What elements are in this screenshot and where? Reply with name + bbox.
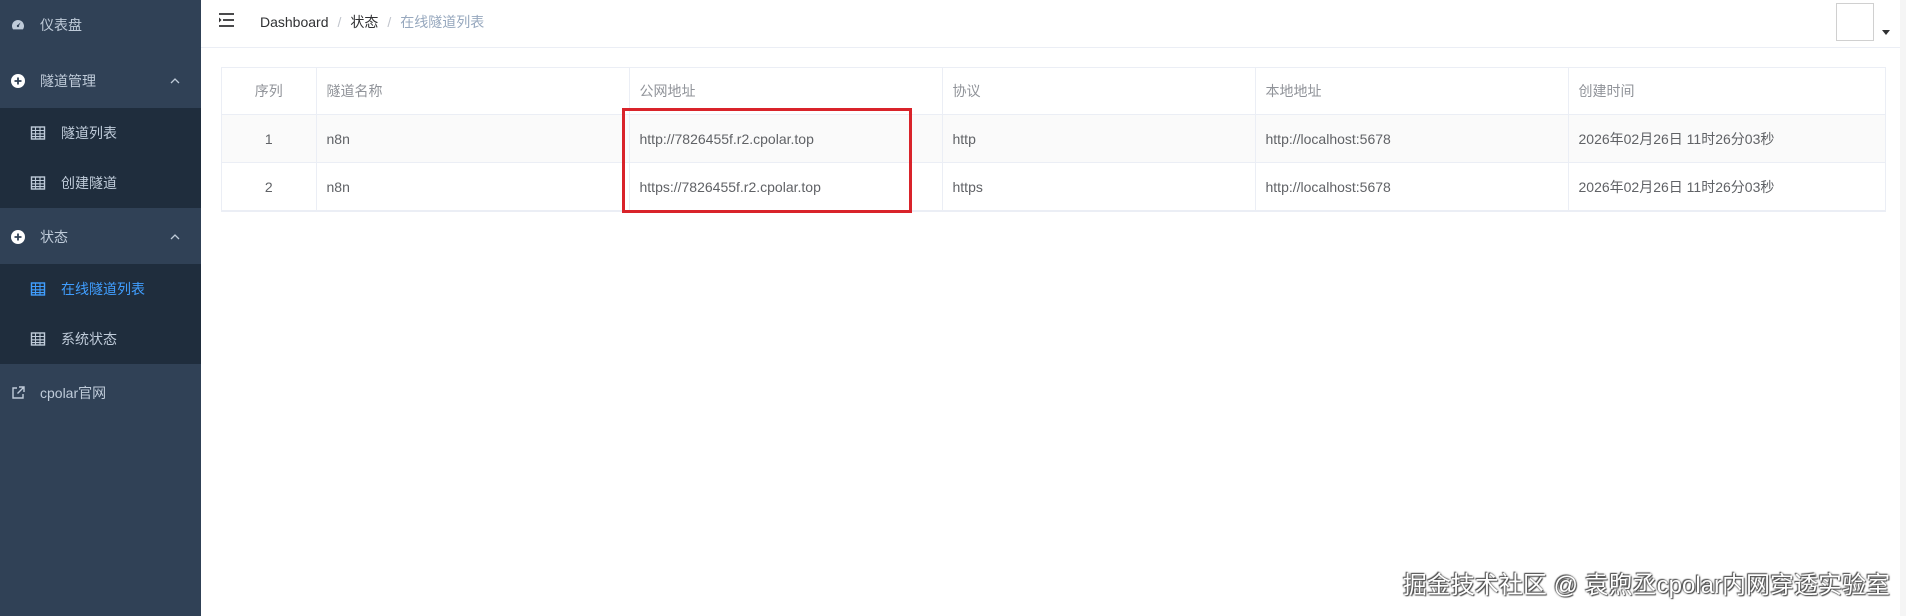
cell-protocol: http: [942, 114, 1256, 163]
column-header-index: 序列: [222, 68, 317, 115]
table-icon: [30, 332, 46, 346]
sidebar-item-dashboard[interactable]: 仪表盘: [0, 0, 201, 50]
sidebar-item-label: 隧道列表: [61, 125, 117, 141]
sidebar-item-cpolar-website[interactable]: cpolar官网: [0, 368, 201, 418]
online-tunnel-table: 序列 隧道名称 公网地址 协议 本地地址 创建时间 1 n8n http://7…: [221, 67, 1886, 212]
cell-public-url[interactable]: http://7826455f.r2.cpolar.top: [629, 114, 943, 163]
column-header-tunnel-name: 隧道名称: [316, 68, 630, 115]
breadcrumb-separator: /: [337, 14, 342, 30]
sidebar-item-online-tunnel-list[interactable]: 在线隧道列表: [0, 264, 201, 314]
breadcrumb-item-current: 在线隧道列表: [400, 14, 485, 30]
hamburger-icon[interactable]: [218, 11, 236, 29]
cell-local-address: http://localhost:5678: [1255, 162, 1569, 211]
sidebar-item-system-status[interactable]: 系统状态: [0, 314, 201, 364]
cell-tunnel-name: n8n: [316, 114, 630, 163]
cell-index: 1: [222, 114, 317, 163]
cell-protocol: https: [942, 162, 1256, 211]
sidebar-item-tunnel-management[interactable]: 隧道管理: [0, 56, 201, 106]
cell-index: 2: [222, 162, 317, 211]
table-icon: [30, 282, 46, 296]
plus-circle-icon: [11, 74, 25, 88]
avatar[interactable]: [1836, 3, 1874, 41]
cell-created-time: 2026年02月26日 11时26分03秒: [1568, 162, 1885, 211]
external-link-icon: [12, 386, 25, 399]
scrollbar[interactable]: [1900, 0, 1906, 616]
table-row: 2 n8n https://7826455f.r2.cpolar.top htt…: [222, 162, 1885, 211]
sidebar-item-label: 创建隧道: [61, 175, 117, 191]
breadcrumb-item-dashboard[interactable]: Dashboard: [260, 14, 329, 30]
column-header-local-address: 本地地址: [1255, 68, 1569, 115]
table-row: 1 n8n http://7826455f.r2.cpolar.top http…: [222, 114, 1885, 163]
cell-public-url[interactable]: https://7826455f.r2.cpolar.top: [629, 162, 943, 211]
sidebar-item-label: 隧道管理: [40, 73, 96, 89]
sidebar-item-label: 在线隧道列表: [61, 281, 145, 297]
dashboard-icon: [12, 20, 24, 30]
breadcrumb: Dashboard / 状态 / 在线隧道列表: [260, 12, 484, 32]
breadcrumb-item-status[interactable]: 状态: [350, 12, 378, 32]
table-icon: [30, 126, 46, 140]
sidebar-item-create-tunnel[interactable]: 创建隧道: [0, 158, 201, 208]
sidebar-item-label: 状态: [40, 229, 68, 245]
sidebar-item-status[interactable]: 状态: [0, 212, 201, 262]
cell-created-time: 2026年02月26日 11时26分03秒: [1568, 114, 1885, 163]
chevron-up-icon: [170, 234, 180, 240]
column-header-public-url: 公网地址: [629, 68, 943, 115]
cell-tunnel-name: n8n: [316, 162, 630, 211]
column-header-protocol: 协议: [942, 68, 1256, 115]
column-header-created-time: 创建时间: [1568, 68, 1885, 115]
sidebar-item-label: 系统状态: [61, 331, 117, 347]
watermark: 掘金技术社区 @ 袁煦丞cpolar内网穿透实验室: [1402, 572, 1890, 599]
breadcrumb-separator: /: [387, 14, 392, 30]
chevron-up-icon: [170, 78, 180, 84]
table-header-row: 序列 隧道名称 公网地址 协议 本地地址 创建时间: [222, 68, 1885, 115]
sidebar-item-tunnel-list[interactable]: 隧道列表: [0, 108, 201, 158]
sidebar: 仪表盘 隧道管理 隧道列表 创建隧道 状态 在线隧道列表 系统状态 cpolar…: [0, 0, 201, 616]
table-icon: [30, 176, 46, 190]
navbar: Dashboard / 状态 / 在线隧道列表: [201, 0, 1906, 48]
sidebar-item-label: cpolar官网: [40, 385, 107, 401]
cell-local-address: http://localhost:5678: [1255, 114, 1569, 163]
plus-circle-icon: [11, 230, 25, 244]
sidebar-item-label: 仪表盘: [40, 17, 82, 33]
caret-down-icon[interactable]: [1882, 28, 1890, 36]
